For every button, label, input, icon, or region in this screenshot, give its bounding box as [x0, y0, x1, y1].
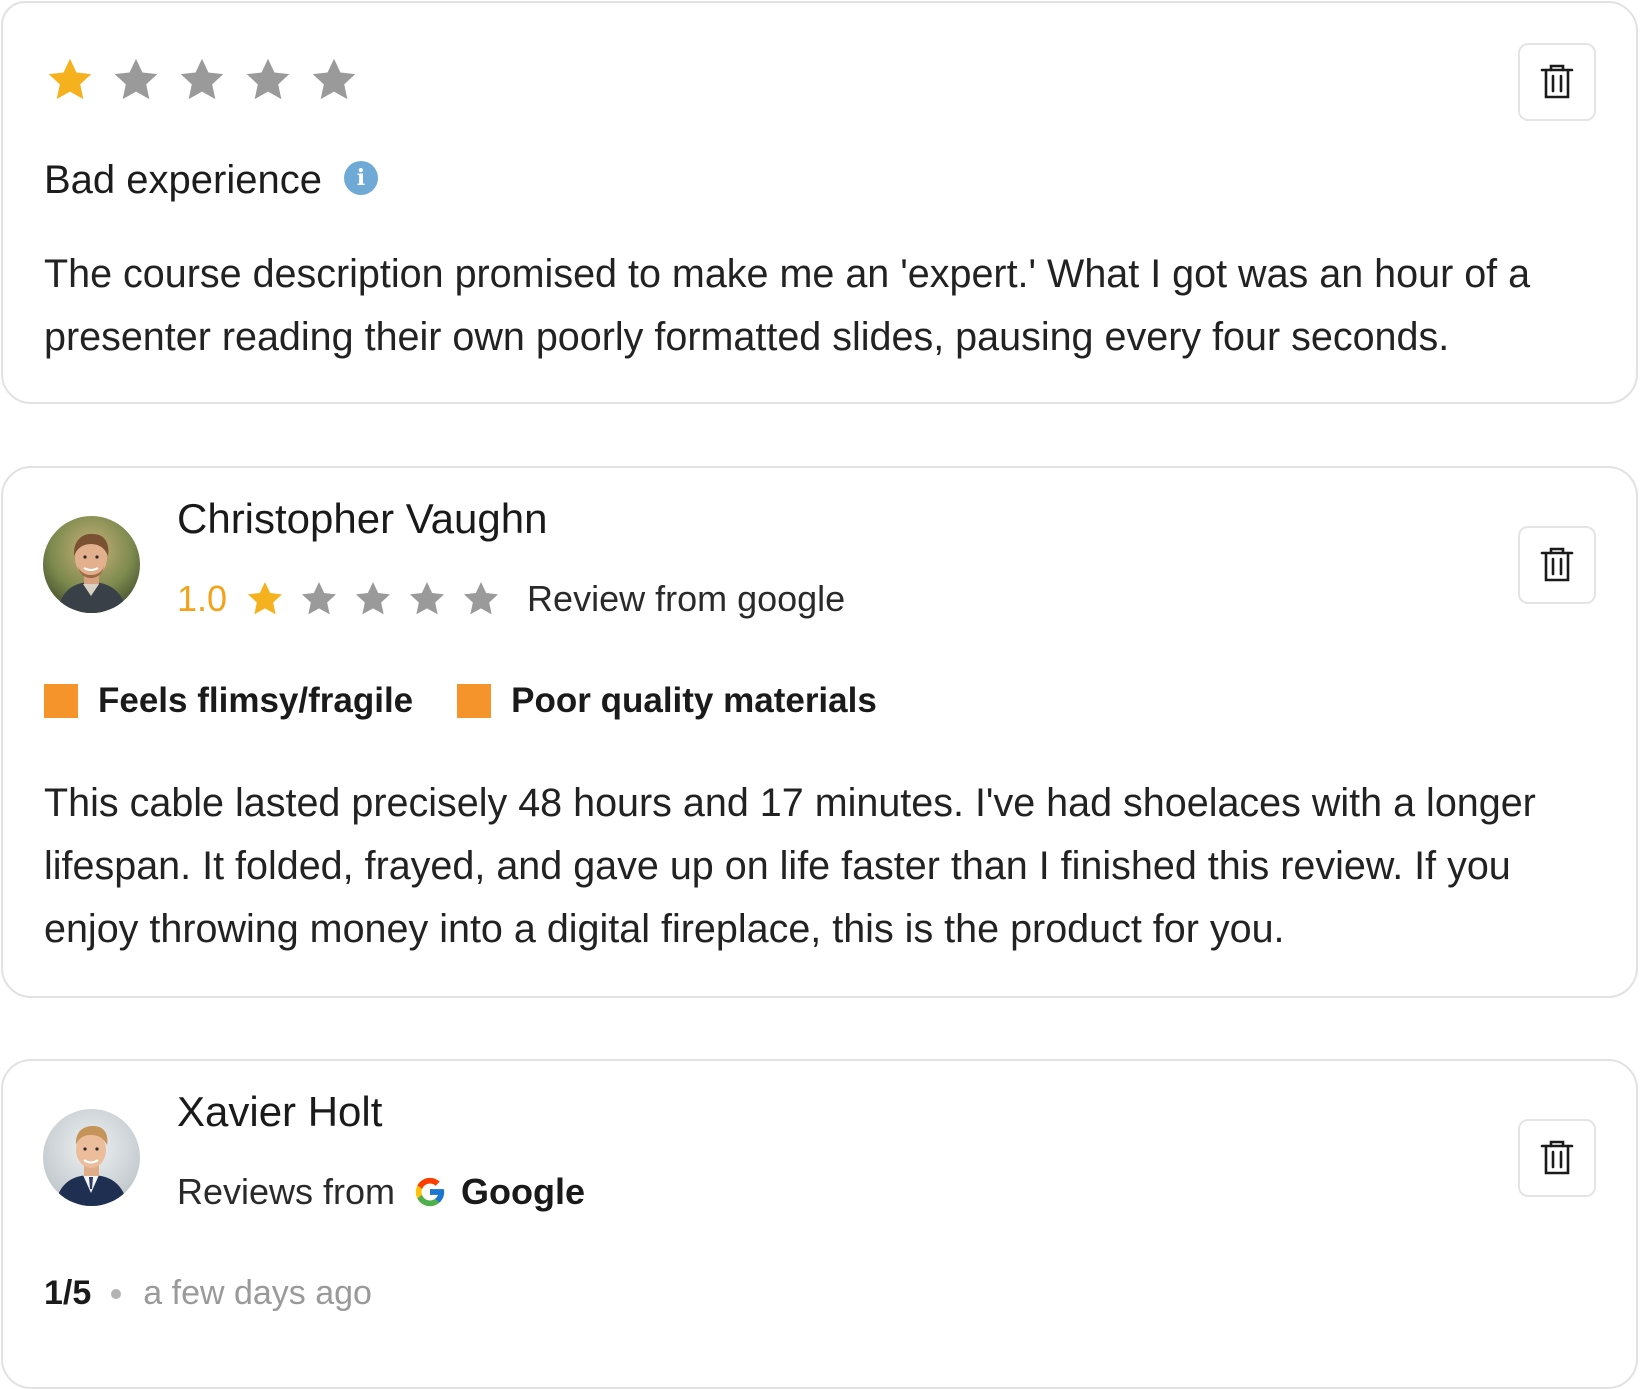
- trash-icon: [1540, 64, 1574, 99]
- review-tags: Feels flimsy/fragile Poor quality materi…: [44, 681, 921, 721]
- avatar: [43, 1109, 140, 1206]
- delete-review-button[interactable]: [1518, 43, 1596, 121]
- platform-name: Google: [461, 1171, 586, 1212]
- star-empty-icon: [246, 58, 290, 100]
- tag-label: Poor quality materials: [511, 681, 877, 720]
- review-time: a few days ago: [143, 1274, 372, 1312]
- trash-icon: [1540, 1140, 1574, 1175]
- rating-score: 1/5: [44, 1274, 92, 1312]
- reviewer-name: Christopher Vaughn: [177, 495, 548, 542]
- star-empty-icon: [114, 58, 158, 100]
- review-title: Bad experience: [44, 158, 322, 202]
- review-card-3: Xavier Holt Reviews from Google 1/5 a fe…: [1, 1059, 1638, 1389]
- star-empty-icon: [410, 582, 445, 615]
- avatar-photo: [43, 1109, 140, 1206]
- rating-row: 1.0 Review from google: [177, 578, 845, 620]
- review-source: Review from google: [527, 578, 846, 619]
- tag-swatch: [457, 684, 492, 718]
- review-body: The course description promised to make …: [44, 252, 1531, 359]
- separator-dot: [111, 1288, 122, 1299]
- tag: Feels flimsy/fragile: [44, 681, 413, 721]
- tag-swatch: [44, 684, 78, 718]
- google-g-icon: [415, 1177, 445, 1207]
- review-card-2: Christopher Vaughn 1.0 Review from googl…: [1, 466, 1638, 998]
- star-empty-icon: [302, 582, 337, 615]
- tag: Poor quality materials: [457, 681, 877, 721]
- star-empty-icon: [464, 582, 499, 615]
- star-filled-icon: [248, 582, 283, 615]
- star-filled-icon: [48, 58, 92, 100]
- trash-icon: [1540, 547, 1574, 582]
- rating-value: 1.0: [177, 578, 228, 619]
- reviewer-name: Xavier Holt: [177, 1088, 383, 1135]
- star-rating: [245, 579, 501, 619]
- avatar: [43, 516, 140, 613]
- reviews-from-label: Reviews from: [177, 1171, 396, 1212]
- delete-review-button[interactable]: [1518, 1119, 1596, 1197]
- review-body: This cable lasted precisely 48 hours and…: [44, 781, 1536, 951]
- star-empty-icon: [312, 58, 356, 100]
- review-meta: 1/5 a few days ago: [44, 1274, 372, 1313]
- avatar-photo: [43, 516, 140, 613]
- star-empty-icon: [180, 58, 224, 100]
- info-icon[interactable]: i: [343, 161, 378, 195]
- review-title-row: Bad experience i: [44, 156, 378, 204]
- star-empty-icon: [356, 582, 391, 615]
- review-source-row: Reviews from Google: [177, 1171, 585, 1213]
- delete-review-button[interactable]: [1518, 526, 1596, 604]
- tag-label: Feels flimsy/fragile: [98, 681, 414, 720]
- review-card-1: Bad experience i The course description …: [1, 1, 1638, 404]
- star-rating: [45, 55, 359, 105]
